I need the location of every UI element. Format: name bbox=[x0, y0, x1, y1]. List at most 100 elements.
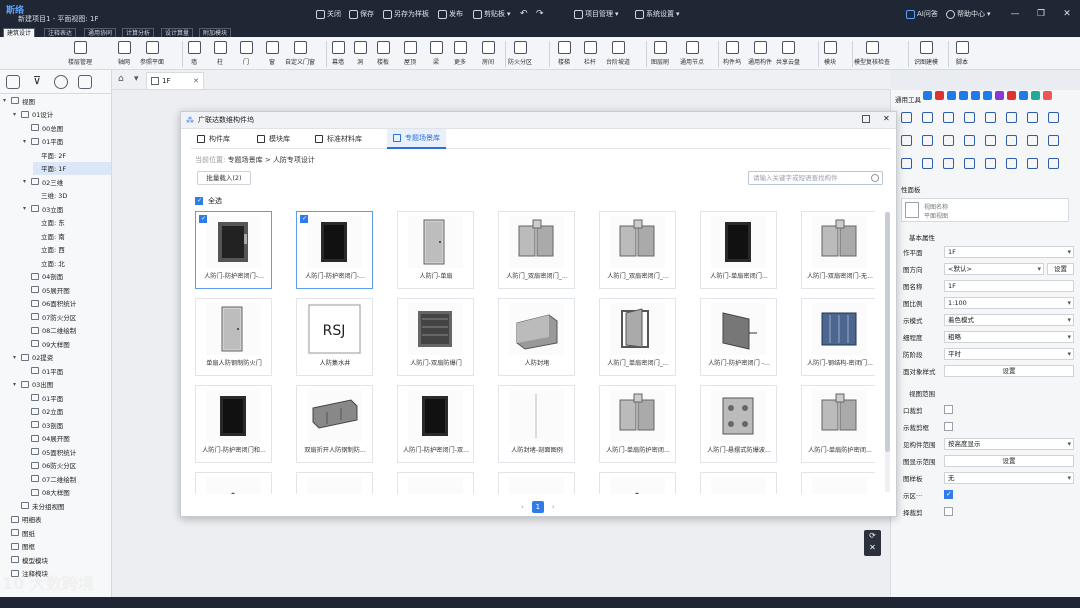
tree-item[interactable]: 08大样图 bbox=[23, 486, 111, 499]
ribbon-btn-26[interactable]: 识图建模 bbox=[912, 39, 940, 69]
checkbox[interactable] bbox=[944, 405, 953, 414]
search-input[interactable]: 请输入关键字或短语查找构件 bbox=[748, 171, 883, 185]
tree-item[interactable]: 图纸 bbox=[3, 526, 111, 539]
tree-item[interactable]: ▾ 01设计 bbox=[13, 108, 111, 121]
caret-icon[interactable]: ▾ bbox=[13, 354, 21, 361]
minimize-button[interactable]: — bbox=[1008, 7, 1022, 21]
tree-item[interactable]: 平面: 2F bbox=[33, 148, 111, 161]
ribbon-btn-19[interactable]: 图层刷 bbox=[646, 39, 674, 69]
tree-item[interactable]: 01平面 bbox=[23, 364, 111, 377]
component-card[interactable]: 人防门-双扇防爆门 bbox=[397, 298, 474, 376]
tab-material-library[interactable]: 标准材料库 bbox=[309, 129, 368, 149]
redo-button[interactable]: ↷ bbox=[536, 8, 544, 20]
tab-annotation[interactable]: 注释表达 bbox=[44, 28, 77, 37]
tree-item[interactable]: 09大样图 bbox=[23, 337, 111, 350]
caret-icon[interactable]: ▾ bbox=[13, 111, 21, 118]
select-all-checkbox[interactable]: 全选 bbox=[195, 196, 222, 206]
component-card[interactable]: 双扇折开人防钢制防... bbox=[296, 385, 373, 463]
ribbon-btn-3[interactable]: 墙 bbox=[180, 39, 208, 69]
component-card[interactable]: 单扇人防钢制防火门 bbox=[195, 298, 272, 376]
tree-item[interactable]: 00总图 bbox=[23, 121, 111, 134]
tree-item[interactable]: 立面: 东 bbox=[33, 216, 111, 229]
tree-item[interactable]: 明细表 bbox=[3, 513, 111, 526]
component-card[interactable]: 人防门-防护密闭门-双... bbox=[397, 385, 474, 463]
ribbon-btn-0[interactable]: 楼层管理 bbox=[66, 39, 94, 69]
tree-item[interactable]: 05展开图 bbox=[23, 283, 111, 296]
cube-icon[interactable] bbox=[78, 75, 92, 89]
ribbon-btn-6[interactable]: 窗 bbox=[258, 39, 286, 69]
tab-collaboration[interactable]: 通用协同 bbox=[84, 28, 117, 37]
general-tool-icon[interactable] bbox=[1027, 158, 1038, 169]
ribbon-btn-10[interactable]: 楼板 bbox=[369, 39, 397, 69]
component-card[interactable]: 人防门-单扇密闭门... bbox=[700, 211, 777, 289]
tab-scene-library[interactable]: 专题场景库 bbox=[387, 129, 446, 149]
view-tab-1f[interactable]: 1F ✕ bbox=[146, 72, 204, 89]
tree-item[interactable]: 模型模块 bbox=[3, 553, 111, 566]
ribbon-btn-2[interactable]: 参照平面 bbox=[138, 39, 166, 69]
ai-qa-button[interactable]: AI问答 bbox=[906, 8, 938, 20]
ribbon-btn-15[interactable]: 防火分区 bbox=[506, 39, 534, 69]
caret-icon[interactable]: ▾ bbox=[23, 138, 31, 145]
ribbon-btn-27[interactable]: 脚本 bbox=[948, 39, 976, 69]
property-value[interactable]: 平时 bbox=[944, 347, 1074, 360]
general-tool-icon[interactable] bbox=[1006, 112, 1017, 123]
tree-item[interactable]: ▾ 02提资 bbox=[13, 351, 111, 364]
tree-item[interactable]: 07二维绘制 bbox=[23, 472, 111, 485]
tab-analysis[interactable]: 计算分析 bbox=[122, 28, 155, 37]
component-card[interactable]: 人防门-双扇密闭门-无... bbox=[801, 211, 875, 289]
tree-item[interactable]: ▾ 01平面 bbox=[23, 135, 111, 148]
setting-button[interactable]: 设置 bbox=[944, 364, 1074, 377]
tree-item[interactable]: 图框 bbox=[3, 540, 111, 553]
help-center-button[interactable]: 帮助中心 ▾ bbox=[946, 8, 991, 20]
general-tool-icon[interactable] bbox=[985, 158, 996, 169]
ime-tool-icon[interactable] bbox=[1043, 91, 1052, 100]
checkbox[interactable] bbox=[944, 507, 953, 516]
component-card[interactable] bbox=[498, 472, 575, 494]
property-value[interactable]: <默认> bbox=[944, 262, 1044, 275]
component-card[interactable]: 人防门-防护密闭门和... bbox=[195, 385, 272, 463]
tree-item[interactable]: ▾ 视图 bbox=[3, 94, 111, 107]
property-value[interactable]: 1:100 bbox=[944, 296, 1074, 309]
ribbon-btn-20[interactable]: 通用节点 bbox=[678, 39, 706, 69]
ime-tool-icon[interactable] bbox=[923, 91, 932, 100]
close-project-button[interactable]: 关闭 bbox=[316, 8, 341, 20]
ime-tool-icon[interactable] bbox=[971, 91, 980, 100]
property-value[interactable]: 粗略 bbox=[944, 330, 1074, 343]
tab-addons[interactable]: 附加模块 bbox=[199, 28, 232, 37]
tree-item[interactable]: 立面: 南 bbox=[33, 229, 111, 242]
component-card[interactable]: 人防门_双扇密闭门_... bbox=[599, 211, 676, 289]
general-tool-icon[interactable] bbox=[943, 112, 954, 123]
tree-item[interactable]: 04展开图 bbox=[23, 432, 111, 445]
general-tool-icon[interactable] bbox=[1027, 112, 1038, 123]
component-card[interactable] bbox=[397, 472, 474, 494]
property-value[interactable]: 按高度显示 bbox=[944, 437, 1074, 450]
general-tool-icon[interactable] bbox=[985, 112, 996, 123]
ribbon-btn-11[interactable]: 屋顶 bbox=[396, 39, 424, 69]
project-management-button[interactable]: 项目管理 ▾ bbox=[574, 8, 619, 20]
ime-tool-icon[interactable] bbox=[959, 91, 968, 100]
panel-toggle-icon[interactable] bbox=[6, 75, 20, 89]
tree-item[interactable]: 02立面 bbox=[23, 405, 111, 418]
tree-item[interactable]: 三维: 3D bbox=[33, 189, 111, 202]
checkbox[interactable] bbox=[944, 490, 953, 499]
house-icon[interactable]: ⌂ bbox=[118, 74, 124, 84]
general-tool-icon[interactable] bbox=[964, 158, 975, 169]
tree-item[interactable]: 04剖面 bbox=[23, 270, 111, 283]
component-card[interactable]: 人防门-单扇防护密闭... bbox=[599, 385, 676, 463]
ribbon-btn-5[interactable]: 门 bbox=[232, 39, 260, 69]
general-tool-icon[interactable] bbox=[1048, 158, 1059, 169]
ribbon-btn-24[interactable]: 模块 bbox=[816, 39, 844, 69]
property-value[interactable]: 无 bbox=[944, 471, 1074, 484]
component-card[interactable]: RSJ 人防集水井 bbox=[296, 298, 373, 376]
ribbon-btn-25[interactable]: 模型复核检查 bbox=[854, 39, 890, 69]
prev-page-button[interactable]: ‹ bbox=[521, 503, 524, 511]
ribbon-btn-21[interactable]: 构件坞 bbox=[718, 39, 746, 69]
ribbon-btn-16[interactable]: 楼梯 bbox=[550, 39, 578, 69]
batch-load-button[interactable]: 批量载入(2) bbox=[197, 171, 251, 185]
tree-item[interactable]: 未分组视图 bbox=[13, 499, 111, 512]
undo-button[interactable]: ↶ bbox=[520, 8, 528, 20]
component-card[interactable]: 人防门-防护密闭门-... bbox=[296, 211, 373, 289]
tab-component-library[interactable]: 构件库 bbox=[191, 129, 236, 149]
general-tool-icon[interactable] bbox=[964, 135, 975, 146]
breadcrumb-scene-library[interactable]: 专题场景库 bbox=[228, 156, 263, 164]
